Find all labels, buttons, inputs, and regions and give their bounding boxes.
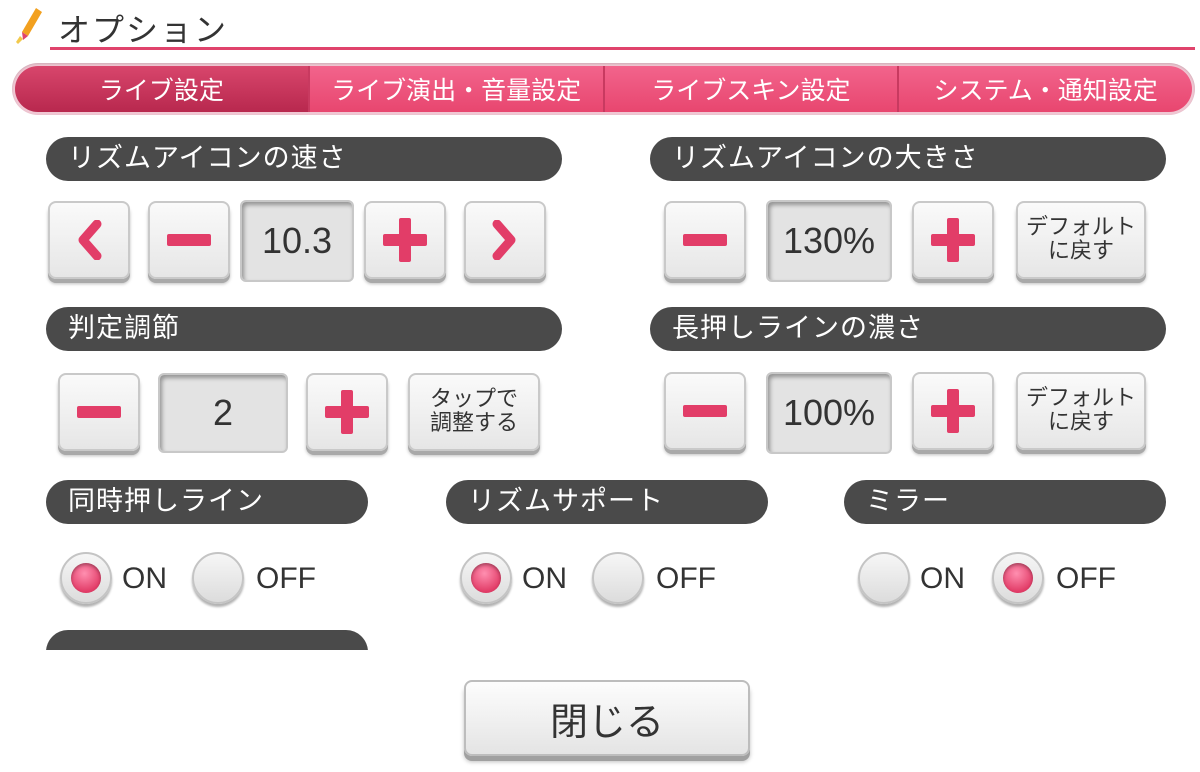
simul-line-off-label: OFF (256, 562, 316, 595)
tab-live-effects-volume[interactable]: ライブ演出・音量設定 (307, 66, 603, 112)
plus-icon (931, 389, 975, 433)
header: オプション (0, 0, 1200, 56)
long-line-value: 100% (766, 372, 892, 454)
rhythm-support-off-radio[interactable] (592, 552, 644, 604)
minus-icon (77, 406, 121, 418)
page-title: オプション (58, 11, 229, 49)
speed-value: 10.3 (240, 200, 354, 282)
size-minus-button[interactable] (664, 201, 746, 279)
mirror-off-radio[interactable] (992, 552, 1044, 604)
speed-next-button[interactable] (464, 201, 546, 279)
pencil-icon (16, 8, 42, 44)
tab-system-notification[interactable]: システム・通知設定 (897, 66, 1192, 112)
speed-minus-button[interactable] (148, 201, 230, 279)
rhythm-support-on-label: ON (522, 562, 567, 595)
long-line-default-label: デフォルト に戻す (1025, 386, 1136, 435)
timing-tap-adjust-button[interactable]: タップで 調整する (408, 373, 540, 451)
mirror-on-radio[interactable] (858, 552, 910, 604)
rhythm-speed-header: リズムアイコンの速さ (46, 137, 562, 181)
speed-prev-button[interactable] (48, 201, 130, 279)
rhythm-support-off-label: OFF (656, 562, 716, 595)
minus-icon (683, 405, 727, 417)
size-value: 130% (766, 200, 892, 282)
long-line-minus-button[interactable] (664, 372, 746, 450)
long-line-default-button[interactable]: デフォルト に戻す (1016, 372, 1146, 450)
size-plus-button[interactable] (912, 201, 994, 279)
tab-live-settings[interactable]: ライブ設定 (15, 66, 308, 112)
simul-line-header: 同時押しライン (46, 480, 368, 524)
simul-line-on-label: ON (122, 562, 167, 595)
minus-icon (683, 234, 727, 246)
long-line-plus-button[interactable] (912, 372, 994, 450)
long-line-header: 長押しラインの濃さ (650, 307, 1166, 351)
scroll-clip (46, 630, 376, 650)
header-divider (50, 47, 1195, 50)
plus-icon (383, 218, 427, 262)
simul-line-on-radio[interactable] (60, 552, 112, 604)
chevron-right-icon (492, 220, 516, 260)
speed-plus-button[interactable] (364, 201, 446, 279)
size-default-button[interactable]: デフォルト に戻す (1016, 201, 1146, 279)
tab-bar: ライブ設定 ライブ演出・音量設定 ライブスキン設定 システム・通知設定 (12, 63, 1195, 115)
minus-icon (167, 234, 211, 246)
rhythm-support-on-radio[interactable] (460, 552, 512, 604)
close-button[interactable]: 閉じる (464, 680, 750, 756)
rhythm-size-header: リズムアイコンの大きさ (650, 137, 1166, 181)
timing-value: 2 (158, 373, 288, 453)
mirror-header: ミラー (844, 480, 1166, 524)
next-section-header (46, 630, 368, 650)
plus-icon (325, 390, 369, 434)
size-default-label: デフォルト に戻す (1025, 215, 1136, 264)
timing-tap-adjust-label: タップで 調整する (429, 387, 518, 436)
tab-live-skin[interactable]: ライブスキン設定 (602, 66, 898, 112)
chevron-left-icon (78, 220, 102, 260)
timing-plus-button[interactable] (306, 373, 388, 451)
simul-line-off-radio[interactable] (192, 552, 244, 604)
mirror-on-label: ON (920, 562, 965, 595)
mirror-off-label: OFF (1056, 562, 1116, 595)
plus-icon (931, 218, 975, 262)
timing-header: 判定調節 (46, 307, 562, 351)
rhythm-support-header: リズムサポート (446, 480, 768, 524)
timing-minus-button[interactable] (58, 373, 140, 451)
